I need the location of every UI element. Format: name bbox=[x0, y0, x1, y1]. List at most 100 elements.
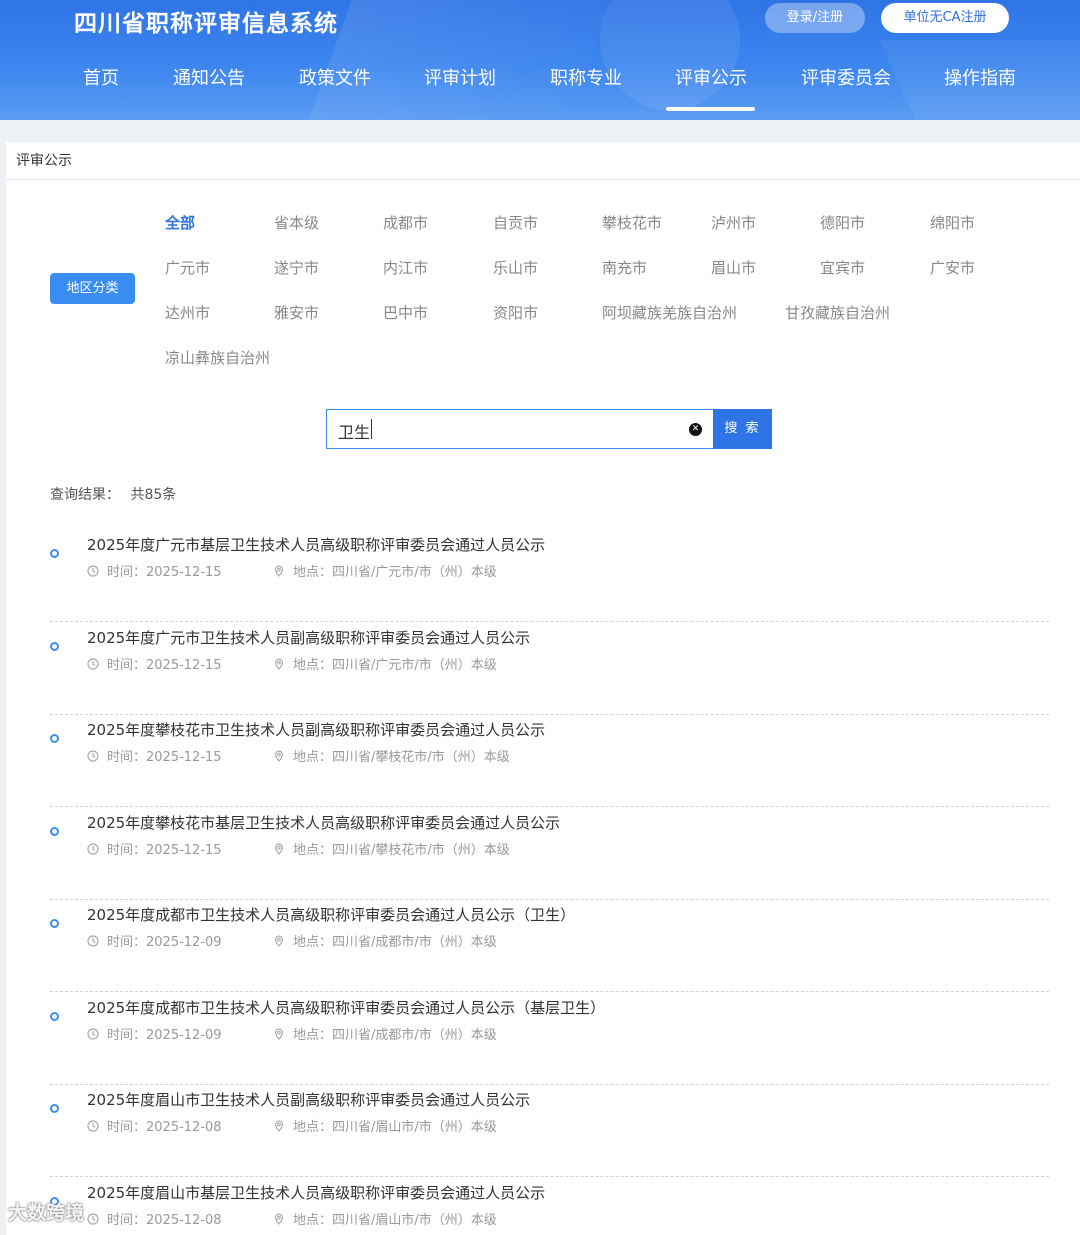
region-item[interactable]: 凉山彝族自治州 bbox=[165, 347, 270, 368]
time-label: 时间： bbox=[107, 657, 147, 673]
clock-icon bbox=[87, 657, 107, 673]
region-item[interactable]: 遂宁市 bbox=[274, 257, 319, 278]
clock-icon bbox=[87, 1120, 107, 1135]
nav-guide[interactable]: 操作指南 bbox=[944, 64, 1016, 90]
item-time: 时间：2025-12-08 bbox=[87, 1116, 222, 1135]
region-item[interactable]: 阿坝藏族羌族自治州 bbox=[602, 302, 737, 323]
search-button[interactable]: 搜 索 bbox=[713, 409, 772, 449]
active-nav-indicator bbox=[666, 107, 755, 111]
list-item[interactable]: 2025年度眉山市卫生技术人员副高级职称评审委员会通过人员公示 时间：2025-1… bbox=[50, 1085, 1049, 1177]
place-value: 四川省/攀枝花市/市（州）本级 bbox=[332, 842, 510, 858]
nav-review-plan[interactable]: 评审计划 bbox=[424, 64, 496, 90]
time-value: 2025-12-15 bbox=[146, 750, 222, 765]
result-count-value: 共85条 bbox=[130, 487, 177, 503]
list-item[interactable]: 2025年度成都市卫生技术人员高级职称评审委员会通过人员公示（卫生） 时间：202… bbox=[50, 900, 1049, 992]
item-title[interactable]: 2025年度成都市卫生技术人员高级职称评审委员会通过人员公示（基层卫生） bbox=[87, 997, 605, 1018]
item-title[interactable]: 2025年度广元市基层卫生技术人员高级职称评审委员会通过人员公示 bbox=[87, 534, 545, 555]
item-place: 地点：四川省/攀枝花市/市（州）本级 bbox=[273, 746, 510, 765]
item-time: 时间：2025-12-15 bbox=[87, 746, 222, 765]
item-title[interactable]: 2025年度攀枝花市卫生技术人员副高级职称评审委员会通过人员公示 bbox=[87, 719, 545, 740]
clock-icon bbox=[87, 1027, 107, 1043]
time-value: 2025-12-15 bbox=[146, 842, 222, 858]
time-label: 时间： bbox=[107, 750, 147, 765]
region-item[interactable]: 眉山市 bbox=[711, 257, 756, 278]
region-item[interactable]: 雅安市 bbox=[274, 302, 319, 323]
nav-policy[interactable]: 政策文件 bbox=[299, 64, 371, 90]
region-category-button[interactable]: 地区分类 bbox=[50, 273, 135, 304]
region-item[interactable]: 泸州市 bbox=[711, 212, 756, 233]
region-item[interactable]: 省本级 bbox=[274, 212, 319, 233]
region-item[interactable]: 自贡市 bbox=[493, 212, 538, 233]
region-item[interactable]: 巴中市 bbox=[383, 302, 428, 323]
region-item[interactable]: 南充市 bbox=[602, 257, 647, 278]
item-time: 时间：2025-12-08 bbox=[87, 1209, 222, 1228]
list-item[interactable]: 2025年度攀枝花市基层卫生技术人员高级职称评审委员会通过人员公示 时间：2025… bbox=[50, 808, 1049, 900]
nav-notices[interactable]: 通知公告 bbox=[173, 64, 245, 90]
item-title[interactable]: 2025年度眉山市卫生技术人员副高级职称评审委员会通过人员公示 bbox=[87, 1089, 530, 1110]
region-item[interactable]: 德阳市 bbox=[820, 212, 865, 233]
region-item[interactable]: 攀枝花市 bbox=[602, 212, 662, 233]
time-label: 时间： bbox=[107, 935, 147, 950]
nav-review-committee[interactable]: 评审委员会 bbox=[801, 64, 891, 90]
item-time: 时间：2025-12-09 bbox=[87, 1024, 222, 1043]
time-value: 2025-12-15 bbox=[146, 657, 222, 673]
region-item[interactable]: 宜宾市 bbox=[820, 257, 865, 278]
item-title[interactable]: 2025年度眉山市基层卫生技术人员高级职称评审委员会通过人员公示 bbox=[87, 1182, 545, 1203]
bullet-icon bbox=[50, 1104, 59, 1113]
search-input[interactable]: 卫生 ✕ bbox=[326, 409, 713, 449]
region-all[interactable]: 全部 bbox=[165, 212, 195, 233]
place-label: 地点： bbox=[293, 657, 333, 673]
region-item[interactable]: 资阳市 bbox=[493, 302, 538, 323]
region-item[interactable]: 甘孜藏族自治州 bbox=[785, 302, 890, 323]
region-item[interactable]: 广元市 bbox=[165, 257, 210, 278]
place-value: 四川省/广元市/市（州）本级 bbox=[332, 565, 497, 580]
place-value: 四川省/攀枝花市/市（州）本级 bbox=[332, 750, 510, 765]
header-decoration bbox=[600, 0, 740, 110]
place-label: 地点： bbox=[293, 1212, 333, 1228]
clear-icon[interactable]: ✕ bbox=[689, 423, 702, 436]
item-place: 地点：四川省/广元市/市（州）本级 bbox=[273, 561, 497, 580]
region-item[interactable]: 成都市 bbox=[383, 212, 428, 233]
time-label: 时间： bbox=[107, 842, 147, 858]
site-title: 四川省职称评审信息系统 bbox=[74, 11, 338, 37]
clock-icon bbox=[87, 935, 107, 950]
item-time: 时间：2025-12-15 bbox=[87, 839, 222, 858]
bullet-icon bbox=[50, 1011, 59, 1021]
time-value: 2025-12-08 bbox=[146, 1212, 222, 1228]
item-place: 地点：四川省/攀枝花市/市（州）本级 bbox=[273, 839, 510, 858]
region-item[interactable]: 绵阳市 bbox=[930, 212, 975, 233]
region-item[interactable]: 乐山市 bbox=[493, 257, 538, 278]
item-title[interactable]: 2025年度成都市卫生技术人员高级职称评审委员会通过人员公示（卫生） bbox=[87, 904, 575, 925]
result-count: 查询结果： 共85条 bbox=[50, 484, 176, 504]
time-label: 时间： bbox=[107, 1027, 147, 1043]
list-item[interactable]: 2025年度广元市卫生技术人员副高级职称评审委员会通过人员公示时间：2025-1… bbox=[50, 623, 1049, 715]
time-value: 2025-12-08 bbox=[146, 1120, 222, 1135]
place-label: 地点： bbox=[293, 750, 333, 765]
region-item[interactable]: 内江市 bbox=[383, 257, 428, 278]
clock-icon bbox=[87, 1212, 107, 1228]
item-title[interactable]: 2025年度攀枝花市基层卫生技术人员高级职称评审委员会通过人员公示 bbox=[87, 812, 560, 833]
item-title[interactable]: 2025年度广元市卫生技术人员副高级职称评审委员会通过人员公示 bbox=[87, 627, 530, 648]
region-item[interactable]: 达州市 bbox=[165, 302, 210, 323]
nav-review-publicity[interactable]: 评审公示 bbox=[675, 64, 747, 90]
clock-icon bbox=[87, 565, 107, 580]
list-item[interactable]: 2025年度广元市基层卫生技术人员高级职称评审委员会通过人员公示 时间：2025-… bbox=[50, 530, 1049, 622]
item-place: 地点：四川省/眉山市/市（州）本级 bbox=[273, 1209, 497, 1228]
bullet-icon bbox=[50, 641, 59, 651]
no-ca-register-button[interactable]: 单位无CA注册 bbox=[881, 3, 1009, 33]
region-item[interactable]: 广安市 bbox=[930, 257, 975, 278]
place-value: 四川省/广元市/市（州）本级 bbox=[332, 657, 497, 673]
location-icon bbox=[273, 1120, 293, 1135]
nav-home[interactable]: 首页 bbox=[83, 64, 119, 90]
list-item[interactable]: 2025年度成都市卫生技术人员高级职称评审委员会通过人员公示（基层卫生） 时间：2… bbox=[50, 993, 1049, 1085]
watermark: 大数跨境 bbox=[8, 1202, 85, 1224]
nav-title-specialty[interactable]: 职称专业 bbox=[550, 64, 622, 90]
place-label: 地点： bbox=[293, 1120, 333, 1135]
bullet-icon bbox=[50, 549, 59, 558]
list-item[interactable]: 2025年度攀枝花市卫生技术人员副高级职称评审委员会通过人员公示 时间：2025-… bbox=[50, 715, 1049, 807]
place-label: 地点： bbox=[293, 1027, 333, 1043]
time-label: 时间： bbox=[107, 565, 147, 580]
list-item[interactable]: 2025年度眉山市基层卫生技术人员高级职称评审委员会通过人员公示 时间：2025-… bbox=[50, 1178, 1049, 1235]
header-decoration bbox=[308, 0, 612, 120]
login-register-button[interactable]: 登录/注册 bbox=[765, 3, 865, 33]
